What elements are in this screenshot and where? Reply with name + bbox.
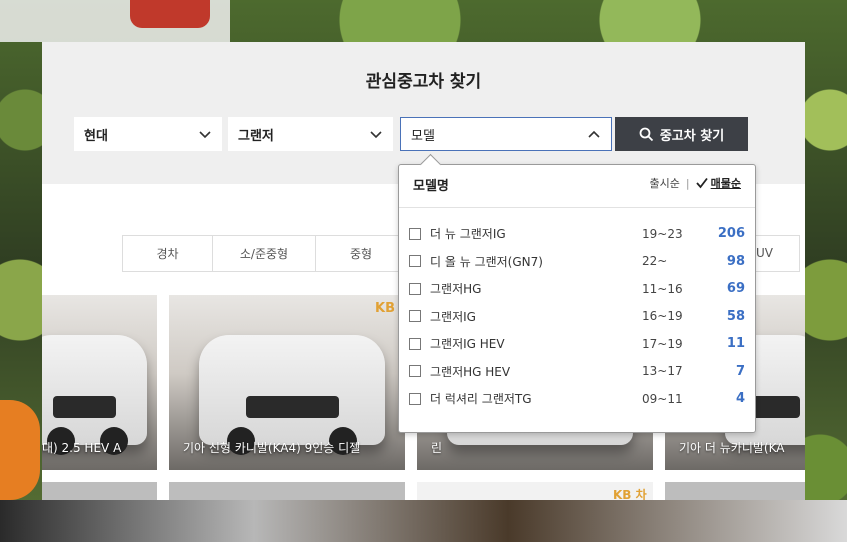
checkbox[interactable]	[409, 365, 421, 378]
model-name: 그랜저HG HEV	[430, 364, 511, 379]
search-icon	[639, 127, 653, 141]
checkbox[interactable]	[409, 282, 421, 295]
sort-by-count-label: 매물순	[710, 177, 741, 190]
checkbox[interactable]	[409, 310, 421, 323]
model-name: 더 뉴 그랜저IG	[430, 227, 506, 242]
sort-options: 출시순 | 매물순	[650, 175, 741, 191]
car-grille	[53, 395, 116, 418]
model-count: 4	[735, 391, 745, 407]
background-orange-object	[0, 400, 40, 500]
page-title: 관심중고차 찾기	[365, 72, 482, 92]
kb-badge: KB 차	[613, 488, 647, 500]
checkbox[interactable]	[409, 337, 421, 350]
tab-light-car[interactable]: 경차	[123, 236, 213, 271]
model-years: 22~	[642, 254, 668, 269]
checkbox[interactable]	[409, 255, 421, 268]
model-count: 69	[726, 281, 745, 297]
sort-by-count[interactable]: 매물순	[695, 175, 741, 191]
sub-model-select[interactable]: 모델	[400, 117, 612, 151]
model-count: 98	[726, 253, 745, 269]
model-count: 58	[726, 308, 745, 324]
model-years: 13~17	[642, 364, 683, 379]
sort-separator: |	[685, 176, 690, 190]
model-option[interactable]: 더 럭셔리 그랜저TG 09~11 4	[399, 385, 755, 413]
dropdown-header: 모델명 출시순 | 매물순	[399, 165, 755, 208]
background-bottom-strip	[0, 500, 847, 542]
chevron-down-icon	[199, 131, 211, 139]
model-option[interactable]: 그랜저IG 16~19 58	[399, 303, 755, 331]
car-card-title: 린	[431, 441, 443, 455]
car-type-tabs: 경차 소/준중형 중형	[122, 235, 407, 272]
car-grille	[750, 395, 800, 418]
model-name: 그랜저IG HEV	[430, 337, 505, 352]
sort-by-release[interactable]: 출시순	[650, 175, 680, 191]
car-card-title: 기아 더 뉴카니발(KA	[679, 441, 785, 455]
maker-select[interactable]: 현대	[74, 117, 222, 151]
car-card[interactable]: KB 기아 신형 카니발(KA4) 9인승 디젤	[169, 295, 405, 470]
model-option[interactable]: 디 올 뉴 그랜저(GN7) 22~ 98	[399, 248, 755, 276]
car-card-title: 기아 신형 카니발(KA4) 9인승 디젤	[183, 441, 361, 455]
tab-midsize[interactable]: 중형	[316, 236, 406, 271]
car-card-row2	[169, 482, 405, 500]
maker-select-value: 현대	[84, 129, 108, 144]
search-button[interactable]: 중고차 찾기	[615, 117, 748, 151]
car-grille	[245, 395, 339, 418]
tab-compact[interactable]: 소/준중형	[213, 236, 316, 271]
chevron-down-icon	[370, 131, 382, 139]
model-option[interactable]: 더 뉴 그랜저IG 19~23 206	[399, 220, 755, 248]
car-card-row2: KB 차	[417, 482, 653, 500]
model-option[interactable]: 그랜저IG HEV 17~19 11	[399, 330, 755, 358]
car-card-row2	[42, 482, 157, 500]
model-dropdown: 모델명 출시순 | 매물순 더 뉴 그랜저IG 19~23 206 디 올 뉴 그랜…	[398, 164, 756, 433]
model-name: 디 올 뉴 그랜저(GN7)	[430, 254, 543, 269]
sub-model-select-label: 모델	[411, 129, 435, 144]
check-icon	[695, 177, 708, 189]
model-count: 7	[735, 363, 745, 379]
chevron-up-icon	[588, 130, 600, 138]
car-card[interactable]: 대) 2.5 HEV A	[42, 295, 157, 470]
car-image	[42, 335, 147, 455]
model-name: 그랜저IG	[430, 309, 476, 324]
search-button-label: 중고차 찾기	[659, 128, 725, 144]
model-count: 206	[717, 226, 745, 242]
model-years: 16~19	[642, 309, 683, 324]
model-option[interactable]: 그랜저HG 11~16 69	[399, 275, 755, 303]
model-years: 17~19	[642, 336, 683, 351]
model-count: 11	[726, 336, 745, 352]
model-name: 더 럭셔리 그랜저TG	[430, 392, 532, 407]
dropdown-title: 모델명	[413, 179, 449, 194]
car-card-title: 대) 2.5 HEV A	[42, 441, 122, 455]
model-option[interactable]: 그랜저HG HEV 13~17 7	[399, 358, 755, 386]
model-list: 더 뉴 그랜저IG 19~23 206 디 올 뉴 그랜저(GN7) 22~ 98 그랜…	[399, 220, 755, 413]
model-years: 11~16	[642, 281, 683, 296]
checkbox[interactable]	[409, 227, 421, 240]
car-card-row2	[665, 482, 805, 500]
car-image	[199, 335, 385, 455]
model-select[interactable]: 그랜저	[228, 117, 393, 151]
model-select-value: 그랜저	[238, 129, 274, 144]
model-name: 그랜저HG	[430, 282, 482, 297]
checkbox[interactable]	[409, 392, 421, 405]
model-years: 19~23	[642, 226, 683, 241]
model-years: 09~11	[642, 391, 683, 406]
kb-badge: KB	[375, 301, 395, 316]
background-red-object	[130, 0, 210, 28]
